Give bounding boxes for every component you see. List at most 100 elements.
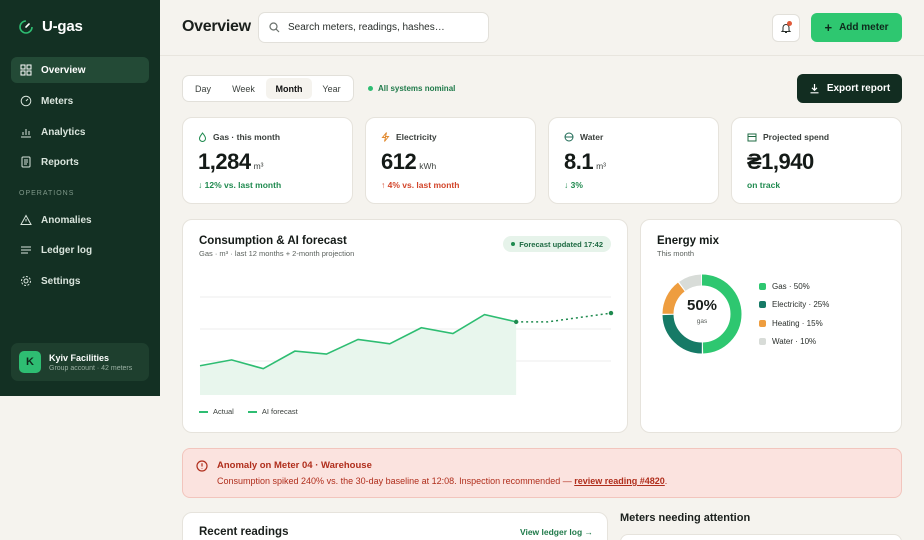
bar-chart-icon — [21, 129, 31, 138]
gear-icon — [21, 276, 31, 286]
kpi-unit: m³ — [253, 161, 264, 171]
chart-legend: Actual AI forecast — [199, 407, 298, 416]
kpi-unit: kWh — [419, 161, 437, 171]
view-ledger-log-link[interactable]: View ledger log → — [520, 527, 593, 537]
sidebar-item-ledger-log[interactable]: Ledger log — [11, 237, 149, 263]
export-report-button[interactable]: Export report — [797, 74, 902, 103]
sidebar-item-label: Settings — [41, 275, 81, 287]
sidebar-item-meters[interactable]: Meters — [11, 88, 149, 114]
legend-actual: Actual — [199, 407, 234, 416]
mix-item-label: Electricity · 25% — [772, 300, 830, 310]
mix-swatch — [759, 301, 766, 309]
energy-mix-legend: Gas · 50% Electricity · 25% Heating · 15… — [759, 277, 829, 351]
mix-swatch — [759, 282, 766, 290]
header-divider — [160, 55, 924, 56]
range-day[interactable]: Day — [185, 78, 221, 99]
kpi-delta: on track — [747, 180, 781, 190]
alert-title: Anomaly on Meter 04 · Warehouse — [217, 460, 372, 471]
consumption-chart-card: Consumption & AI forecast Gas · m³ · las… — [182, 219, 628, 433]
sidebar-item-reports[interactable]: Reports — [11, 149, 149, 175]
sidebar-item-label: Analytics — [41, 126, 86, 138]
anomaly-alert: Anomaly on Meter 04 · Warehouse Consumpt… — [182, 448, 902, 498]
kpi-value: ₴1,940 — [747, 149, 814, 174]
legend-forecast: AI forecast — [247, 407, 298, 416]
kpi-delta: ↓ 3% — [564, 180, 583, 190]
donut-chart — [662, 274, 742, 354]
recent-readings-card: Recent readings View ledger log → — [182, 512, 608, 540]
actual-area — [200, 314, 517, 395]
alert-suffix: . — [664, 476, 668, 486]
alert-text: Consumption spiked 240% vs. the 30-day b… — [217, 476, 667, 486]
range-week[interactable]: Week — [221, 78, 266, 99]
download-icon — [810, 84, 819, 94]
notifications-button[interactable] — [772, 14, 800, 42]
energy-mix-subtitle: This month — [657, 249, 695, 258]
sidebar-item-label: Overview — [41, 64, 86, 76]
sidebar-item-settings[interactable]: Settings — [11, 268, 149, 294]
kpi-card-projected-spend[interactable]: Projected spend ₴1,940 on track — [731, 117, 902, 204]
sidebar-item-label: Reports — [41, 156, 79, 168]
kpi-value: 1,284 — [198, 149, 251, 174]
warning-icon — [20, 214, 32, 225]
mix-item-label: Heating · 15% — [772, 318, 823, 328]
document-icon — [21, 156, 31, 168]
account-switcher[interactable]: K Kyiv Facilities Group account · 42 met… — [11, 343, 149, 381]
notification-dot — [787, 21, 792, 26]
sidebar-item-overview[interactable]: Overview — [11, 57, 149, 83]
sidebar-item-label: Anomalies — [41, 214, 92, 226]
forecast-start-point — [513, 319, 519, 325]
plus-icon: + — [824, 20, 833, 35]
search-box[interactable] — [258, 12, 489, 43]
section-label-operations: OPERATIONS — [19, 190, 75, 197]
mix-item-label: Water · 10% — [772, 337, 817, 347]
sidebar-item-label: Meters — [41, 95, 74, 107]
system-status-label: All systems nominal — [378, 84, 456, 93]
search-icon — [269, 22, 280, 33]
water-icon — [564, 132, 574, 142]
kpi-label: Electricity — [396, 132, 437, 142]
range-selector: Day Week Month Year — [182, 75, 354, 102]
mix-item-gas: Gas · 50% — [759, 277, 829, 296]
kpi-card-electricity[interactable]: Electricity 612 kWh ↑ 4% vs. last month — [365, 117, 536, 204]
account-name: Kyiv Facilities — [49, 352, 110, 363]
app-name: U-gas — [42, 18, 83, 35]
mix-item-water: Water · 10% — [759, 333, 829, 352]
grid-icon — [20, 64, 32, 76]
meters-needing-attention-title: Meters needing attention — [620, 512, 751, 524]
add-meter-button[interactable]: + Add meter — [811, 13, 902, 42]
sidebar-item-label: Ledger log — [41, 244, 93, 256]
bolt-icon — [381, 132, 390, 142]
range-month[interactable]: Month — [266, 78, 312, 99]
list-icon — [21, 246, 31, 254]
energy-mix-title: Energy mix — [657, 235, 719, 247]
avatar: K — [19, 351, 41, 373]
sidebar-item-analytics[interactable]: Analytics — [11, 119, 149, 145]
kpi-label: Projected spend — [763, 132, 830, 142]
kpi-label: Gas · this month — [213, 132, 281, 142]
kpi-label: Water — [580, 132, 604, 142]
forecast-series-line — [516, 312, 612, 323]
kpi-delta: ↑ 4% vs. last month — [381, 180, 460, 190]
range-year[interactable]: Year — [312, 78, 351, 99]
system-status: All systems nominal — [368, 84, 455, 93]
legend-label: AI forecast — [261, 407, 298, 416]
recent-readings-title: Recent readings — [199, 526, 289, 538]
mix-item-electricity: Electricity · 25% — [759, 296, 829, 315]
sidebar-item-anomalies[interactable]: Anomalies — [11, 207, 149, 233]
donut-center-value: 50% — [686, 297, 718, 314]
page-title: Overview — [182, 18, 251, 35]
review-reading-link[interactable]: review reading #4820 — [574, 476, 665, 486]
brand[interactable]: U-gas — [18, 18, 83, 35]
kpi-unit: m³ — [596, 161, 607, 171]
kpi-value: 8.1 — [564, 149, 594, 174]
kpi-card-gas[interactable]: Gas · this month 1,284 m³ ↓ 12% vs. last … — [182, 117, 353, 204]
kpi-value: 612 — [381, 149, 417, 174]
line-chart — [199, 296, 614, 395]
meters-needing-attention-card — [620, 534, 902, 540]
sidebar: U-gas Overview Meters Analytics Reports … — [0, 0, 160, 396]
flame-icon — [198, 132, 207, 142]
kpi-card-water[interactable]: Water 8.1 m³ ↓ 3% — [548, 117, 719, 204]
export-report-label: Export report — [826, 83, 891, 94]
gauge-icon — [20, 95, 32, 107]
search-input[interactable] — [288, 22, 478, 33]
